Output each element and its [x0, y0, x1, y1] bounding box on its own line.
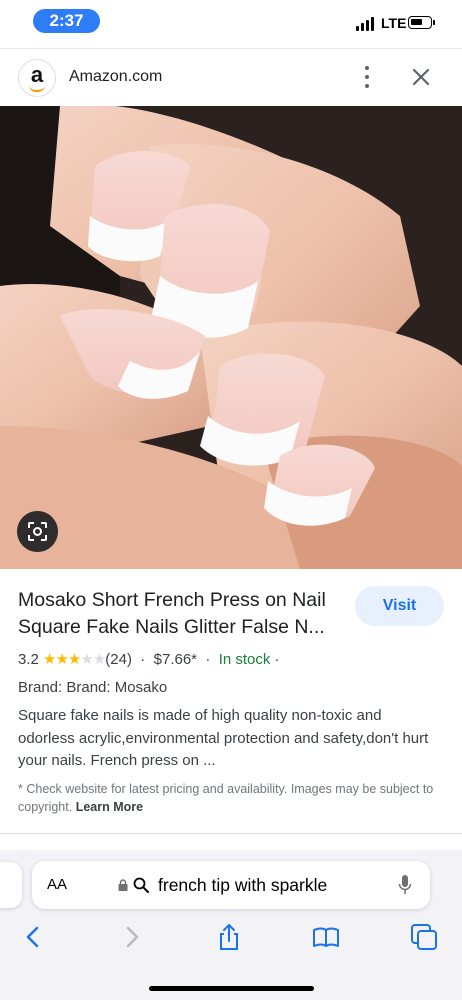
- browser-toolbar: AA french tip with sparkle: [0, 850, 462, 1000]
- product-image[interactable]: [0, 106, 462, 569]
- status-bar: 2:37 LTE: [0, 0, 462, 46]
- back-icon[interactable]: [18, 922, 48, 952]
- product-title[interactable]: Mosako Short French Press on Nail Square…: [18, 587, 348, 641]
- brand-line: Brand: Brand: Mosako: [18, 679, 168, 696]
- tabs-icon[interactable]: [409, 922, 439, 952]
- close-icon[interactable]: [410, 66, 432, 88]
- search-query[interactable]: french tip with sparkle: [158, 875, 327, 896]
- site-name: Amazon.com: [69, 68, 163, 85]
- divider: [0, 833, 462, 834]
- battery-icon: [408, 16, 435, 29]
- learn-more-link[interactable]: Learn More: [76, 800, 143, 814]
- kebab-menu-icon[interactable]: [360, 66, 374, 88]
- lens-icon[interactable]: [17, 511, 58, 552]
- mic-icon[interactable]: [398, 874, 412, 896]
- description: Square fake nails is made of high qualit…: [18, 707, 429, 769]
- reader-aa-button[interactable]: AA: [47, 876, 67, 893]
- search-icon: [133, 877, 149, 893]
- status-time: 2:37: [33, 9, 100, 33]
- address-bar[interactable]: AA french tip with sparkle: [32, 861, 430, 909]
- site-header: a Amazon.com: [0, 48, 462, 107]
- lock-icon: [118, 879, 128, 891]
- forward-icon[interactable]: [117, 922, 147, 952]
- availability: In stock: [218, 651, 271, 668]
- bookmarks-icon[interactable]: [311, 922, 341, 952]
- signal-icon: [356, 17, 376, 31]
- network-label: LTE: [381, 15, 407, 31]
- previous-tab[interactable]: [0, 862, 22, 908]
- rating-row: 3.2 ★★★★★(24) · $7.66* · In stock ·: [18, 651, 280, 668]
- rating-value: 3.2: [18, 651, 39, 668]
- copyright-note: * Check website for latest pricing and a…: [18, 782, 434, 814]
- home-indicator: [149, 986, 314, 991]
- star-icon: ★★★★★: [43, 651, 106, 668]
- price: $7.66*: [153, 651, 198, 668]
- site-logo: a: [18, 59, 56, 97]
- share-icon[interactable]: [214, 922, 244, 952]
- visit-button[interactable]: Visit: [355, 586, 444, 626]
- review-count: (24): [105, 651, 132, 668]
